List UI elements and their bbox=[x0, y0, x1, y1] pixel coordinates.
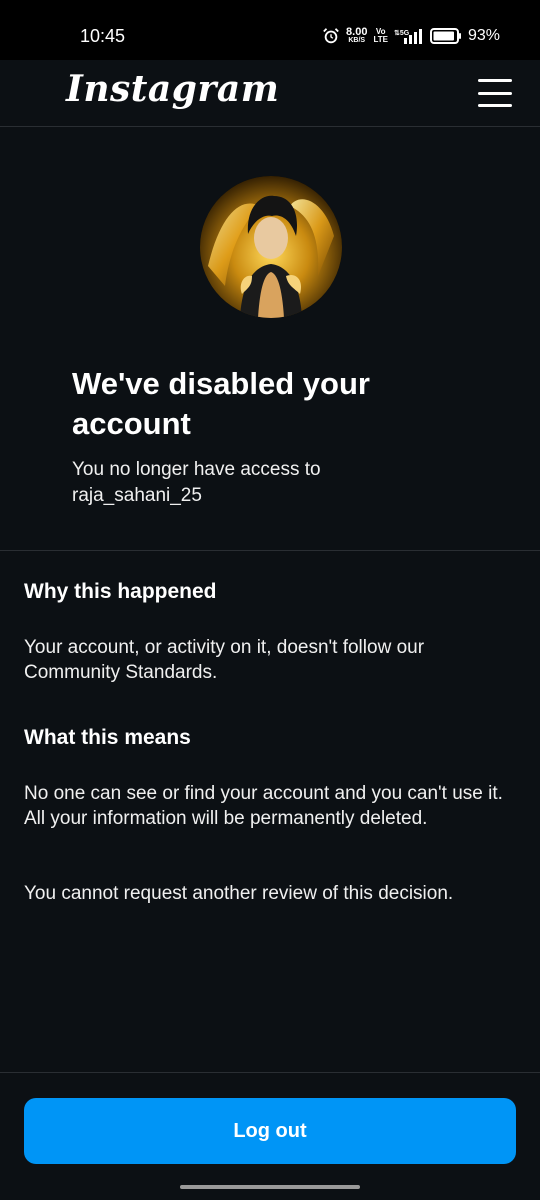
network-speed-unit: KB/S bbox=[348, 37, 366, 44]
volte-bottom: LTE bbox=[373, 35, 388, 44]
instagram-logo[interactable]: Instagram bbox=[66, 68, 279, 110]
why-text: Your account, or activity on it, doesn't… bbox=[24, 637, 425, 683]
menu-line bbox=[478, 79, 512, 82]
status-bar: 10:45 8.00 KB/S Vo LTE ⇅5G 93% bbox=[0, 0, 540, 60]
hamburger-menu-icon[interactable] bbox=[478, 76, 512, 110]
battery-icon bbox=[429, 28, 461, 44]
why-heading: Why this happened bbox=[24, 580, 217, 603]
network-speed-value: 8.00 bbox=[346, 26, 368, 38]
battery-percent: 93% bbox=[467, 27, 500, 44]
disabled-title: We've disabled your account bbox=[72, 366, 370, 441]
disabled-subtitle: You no longer have access to raja_sahani… bbox=[72, 457, 492, 509]
username: raja_sahani_25 bbox=[72, 485, 202, 506]
review-text: You cannot request another review of thi… bbox=[24, 883, 454, 904]
app-header: Instagram bbox=[0, 60, 540, 127]
alarm-icon bbox=[323, 28, 339, 44]
svg-text:⇅5G: ⇅5G bbox=[394, 29, 410, 37]
access-text: You no longer have access to bbox=[72, 459, 321, 480]
home-indicator[interactable] bbox=[180, 1185, 360, 1189]
status-time: 10:45 bbox=[80, 26, 126, 46]
menu-line bbox=[478, 91, 512, 95]
status-icons: 8.00 KB/S Vo LTE ⇅5G 93% bbox=[322, 24, 500, 48]
footer-divider bbox=[0, 1072, 540, 1073]
means-heading: What this means bbox=[24, 726, 191, 749]
section-divider bbox=[0, 550, 540, 551]
avatar-image bbox=[200, 176, 342, 318]
network-speed: 8.00 KB/S bbox=[346, 27, 367, 45]
signal-5g-icon: ⇅5G bbox=[394, 29, 422, 44]
means-text: No one can see or find your account and … bbox=[24, 783, 503, 829]
menu-line bbox=[478, 104, 512, 107]
profile-avatar bbox=[200, 176, 342, 318]
logout-button[interactable]: Log out bbox=[24, 1098, 516, 1164]
volte-indicator: Vo LTE bbox=[373, 28, 388, 44]
